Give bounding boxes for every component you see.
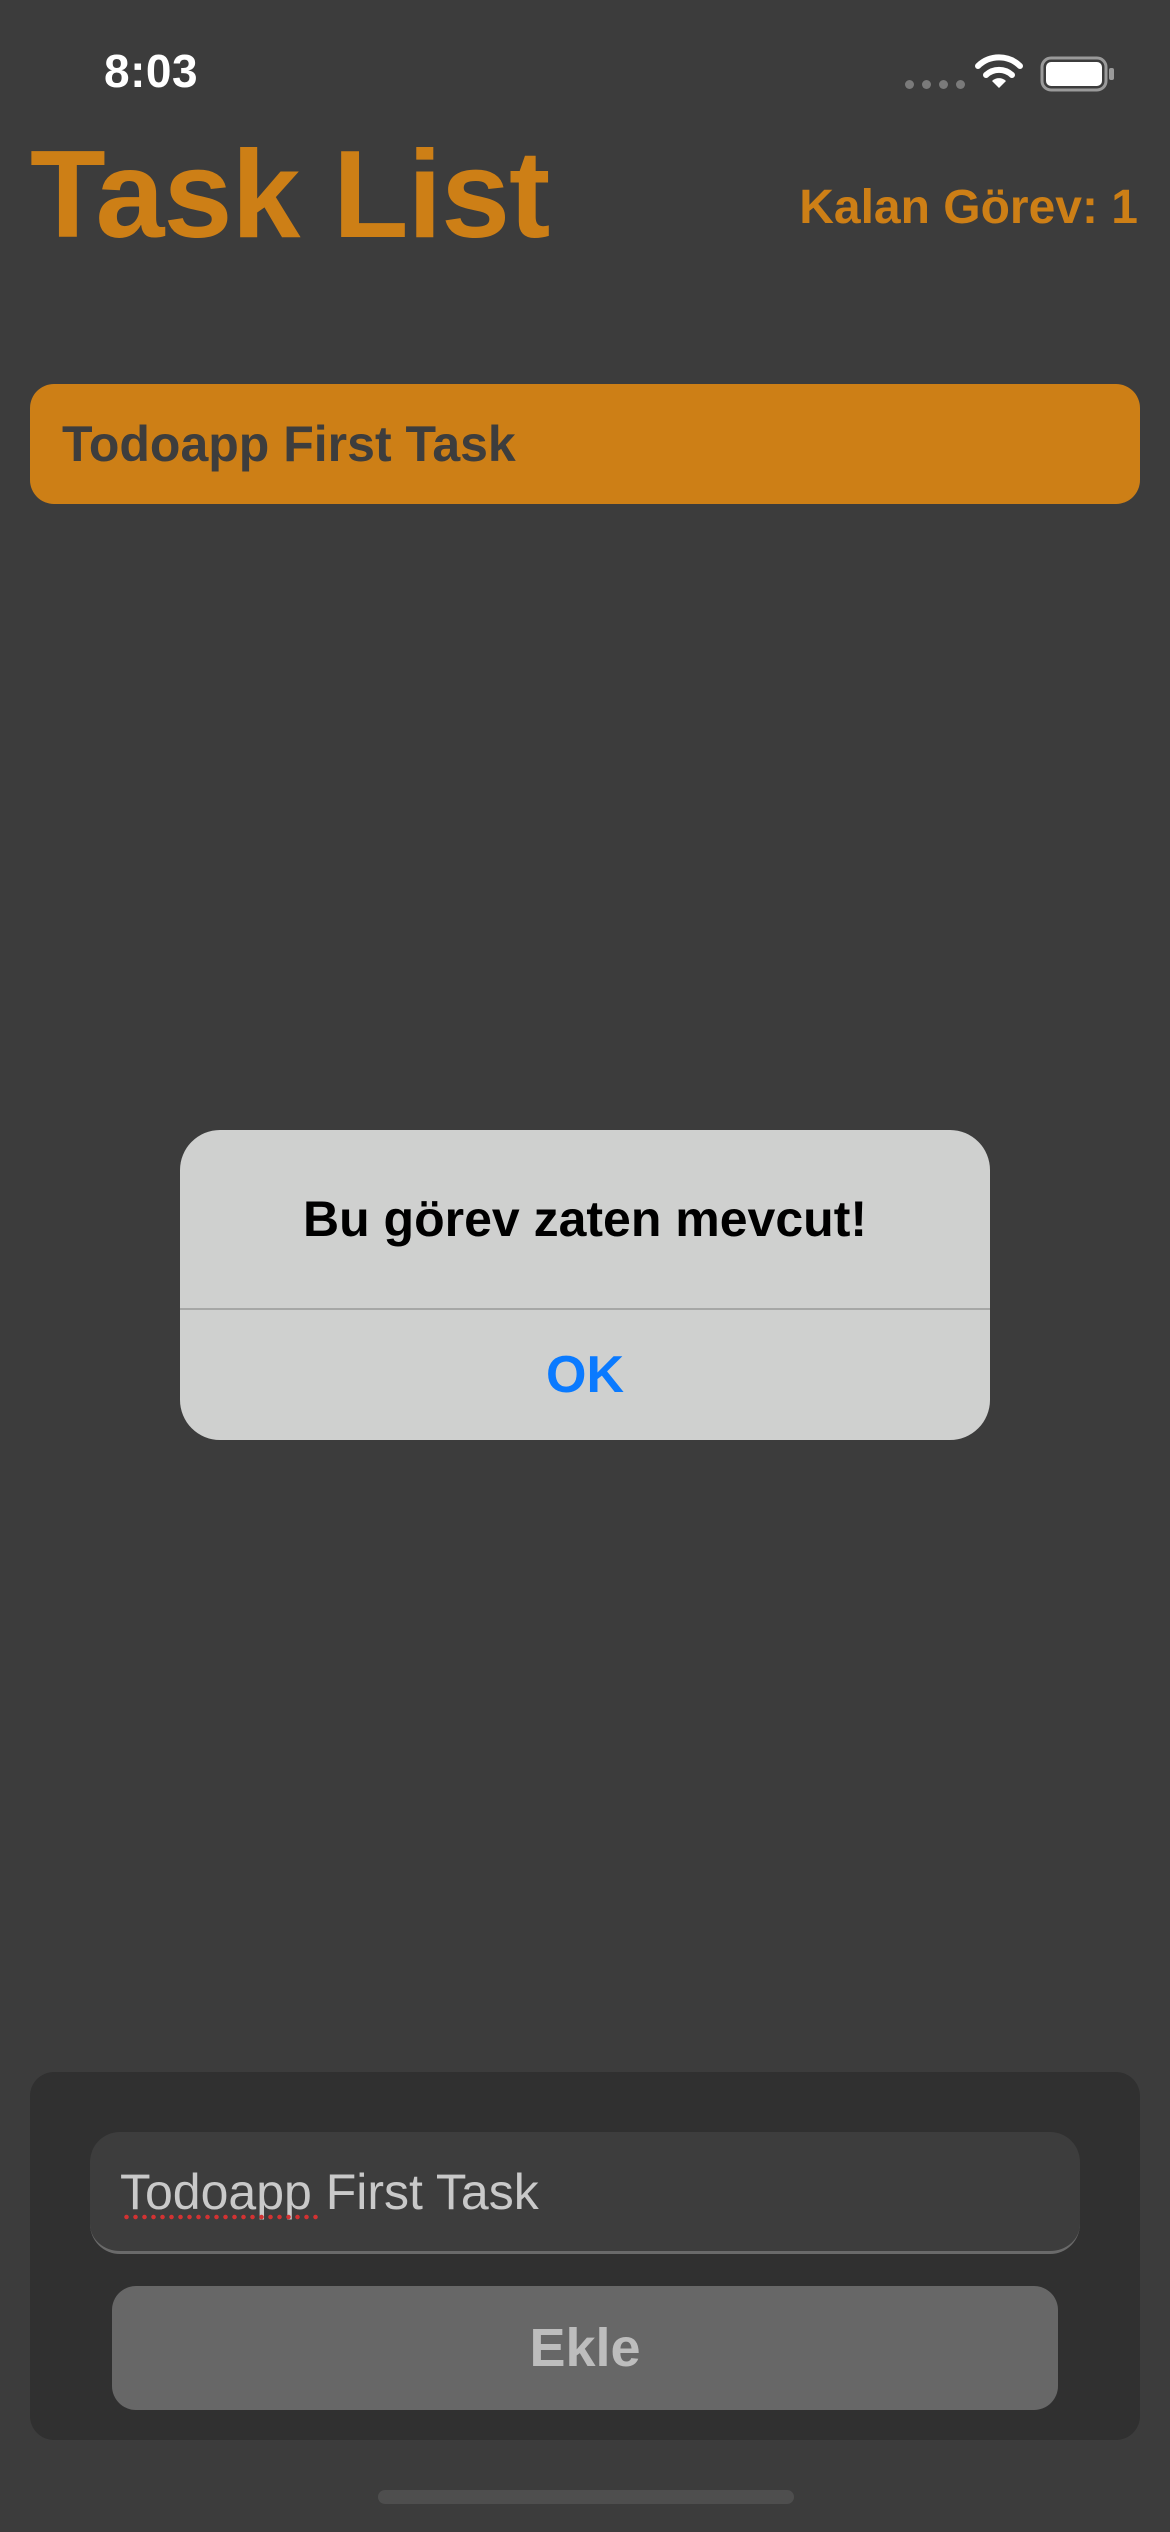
- alert-message: Bu görev zaten mevcut!: [302, 1191, 867, 1247]
- alert-overlay: Bu görev zaten mevcut! OK: [0, 0, 1170, 2532]
- alert-ok-button[interactable]: OK: [180, 1310, 990, 1440]
- alert-dialog: Bu görev zaten mevcut! OK: [180, 1130, 990, 1440]
